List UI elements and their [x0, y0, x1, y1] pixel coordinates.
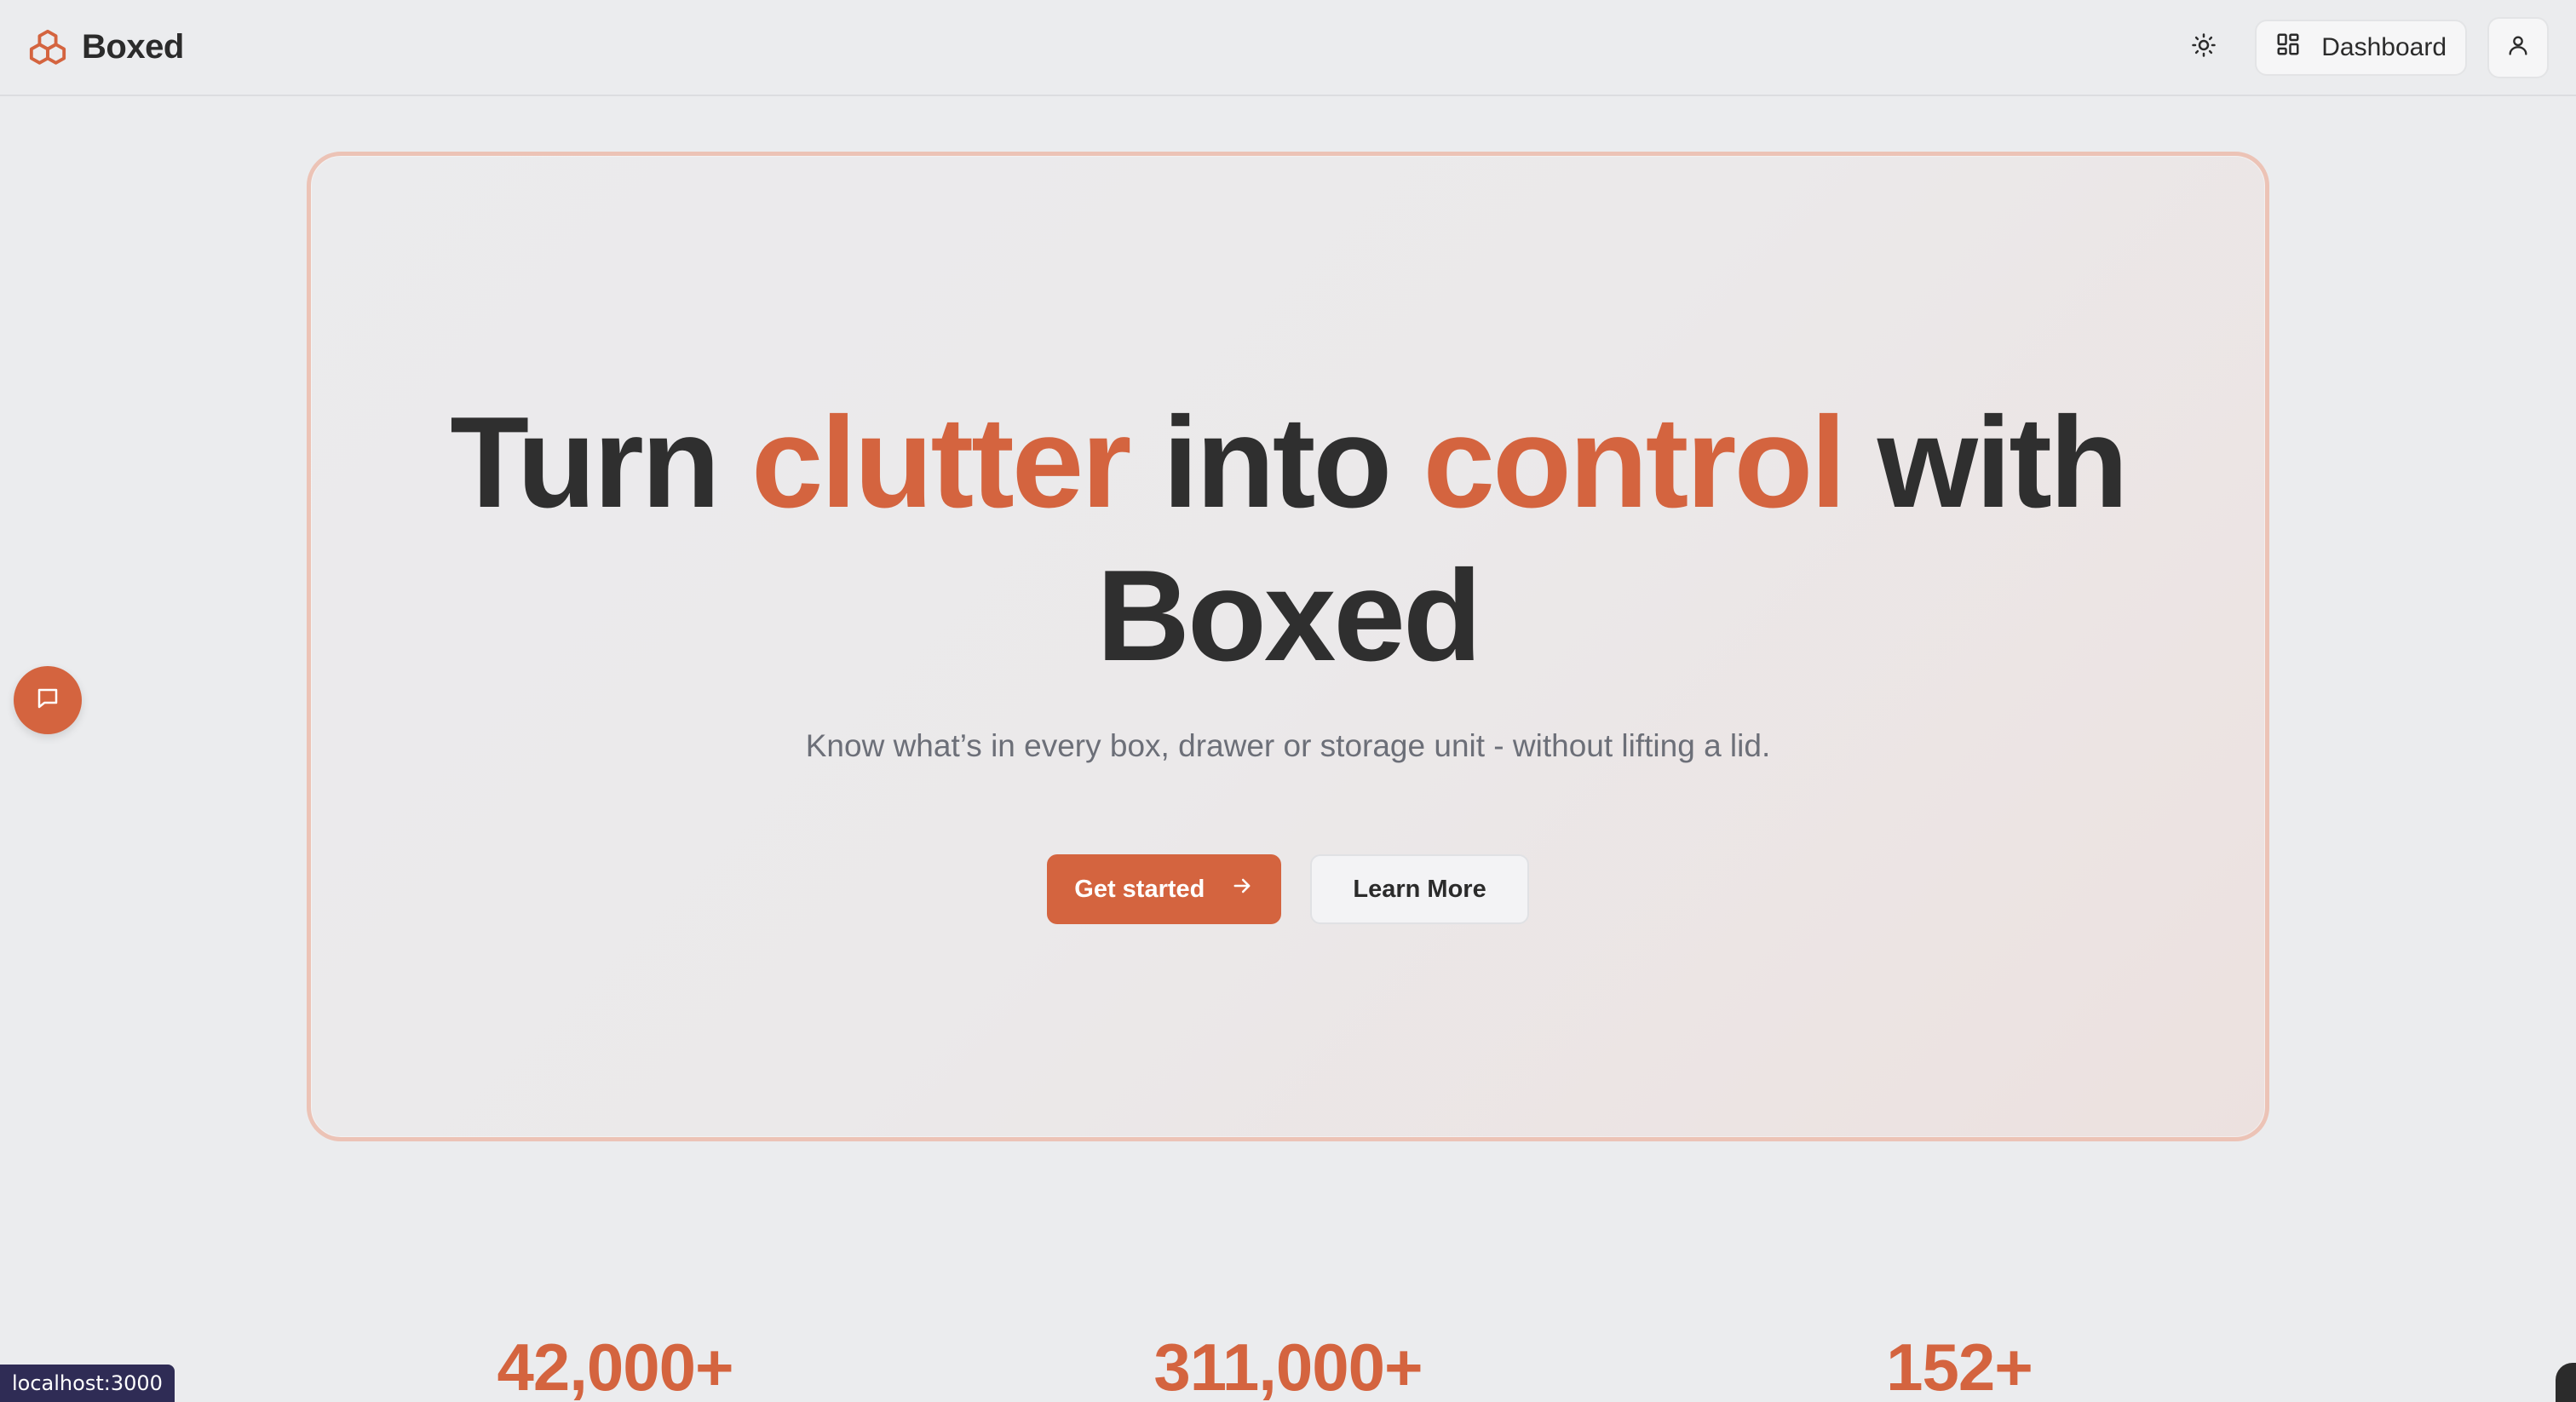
hero-title: Turn clutter into control with Boxed: [311, 386, 2265, 692]
dashboard-label: Dashboard: [2321, 32, 2447, 61]
dashboard-grid-icon: [2275, 32, 2301, 64]
theme-toggle-button[interactable]: [2173, 17, 2234, 78]
learn-more-button[interactable]: Learn More: [1310, 854, 1529, 924]
hero-title-text: with: [1843, 390, 2129, 535]
message-icon: [35, 686, 60, 715]
hero-subtitle: Know what’s in every box, drawer or stor…: [805, 728, 1771, 763]
stat-value: 311,000+: [1153, 1330, 1423, 1402]
hero-title-accent: control: [1423, 390, 1846, 535]
chat-button[interactable]: [14, 666, 82, 734]
hero-title-accent: clutter: [750, 390, 1132, 535]
header-actions: Dashboard: [2173, 16, 2549, 78]
brand[interactable]: Boxed: [27, 27, 184, 68]
page: Boxed Dashboard Turn clutter into contro…: [0, 0, 2576, 1402]
hero-card: Turn clutter into control with Boxed Kno…: [307, 152, 2269, 1141]
boxes-logo-icon: [27, 27, 68, 68]
user-menu-button[interactable]: [2487, 16, 2549, 78]
user-icon: [2506, 33, 2530, 61]
sun-icon: [2191, 32, 2217, 62]
brand-name: Boxed: [82, 28, 184, 66]
status-url: localhost:3000: [0, 1365, 175, 1402]
hero-cta-group: Get started Learn More: [311, 854, 2265, 924]
stat-value: 42,000+: [497, 1330, 733, 1402]
learn-more-label: Learn More: [1353, 875, 1486, 903]
dashboard-button[interactable]: Dashboard: [2255, 19, 2467, 76]
stat-value: 152+: [1886, 1330, 2033, 1402]
hero-title-line2: Boxed: [1096, 543, 1482, 688]
window-corner: [2556, 1363, 2576, 1402]
hero-title-text: into: [1129, 390, 1423, 535]
get-started-label: Get started: [1074, 875, 1205, 903]
hero-title-text: Turn: [450, 390, 751, 535]
get-started-button[interactable]: Get started: [1047, 854, 1282, 924]
arrow-right-icon: [1230, 874, 1254, 905]
top-navbar: Boxed Dashboard: [0, 0, 2576, 96]
